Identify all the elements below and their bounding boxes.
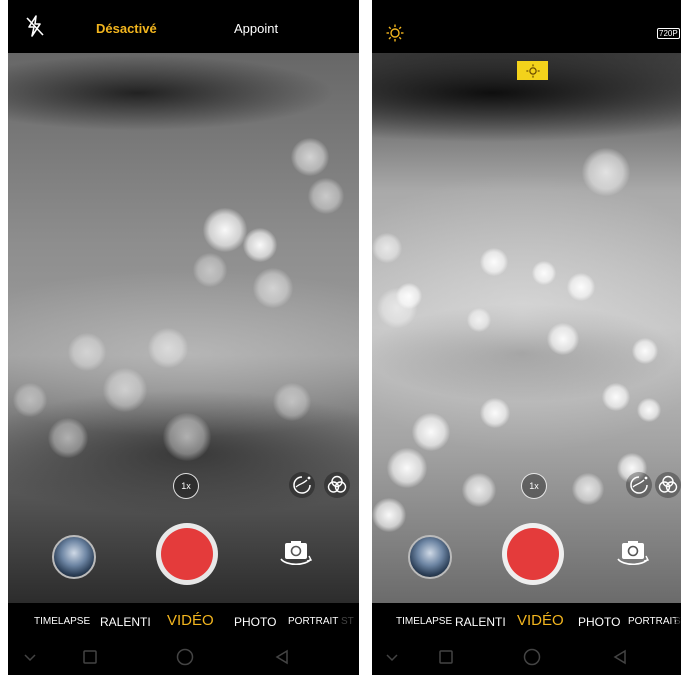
gallery-thumbnail[interactable] xyxy=(52,535,96,579)
flash-status[interactable]: Désactivé xyxy=(96,21,157,36)
record-button-inner xyxy=(507,528,559,580)
chevron-down-icon[interactable] xyxy=(384,649,400,665)
mode-slowmo[interactable]: RALENTI xyxy=(455,615,506,629)
mode-timelapse[interactable]: TIMELAPSE xyxy=(34,616,90,627)
zoom-button[interactable]: 1x xyxy=(173,473,199,499)
flash-off-icon[interactable] xyxy=(25,15,45,40)
chevron-down-icon[interactable] xyxy=(22,649,38,665)
filters-icon[interactable] xyxy=(324,472,350,498)
top-bar: Désactivé Appoint xyxy=(8,0,359,53)
mode-slowmo[interactable]: RALENTI xyxy=(100,615,151,629)
viewfinder[interactable]: 1x xyxy=(372,53,681,603)
mode-bar: TIMELAPSE RALENTI VIDÉO PHOTO PORTRAIT S… xyxy=(372,603,681,639)
recent-apps-icon[interactable] xyxy=(438,649,454,665)
mode-more[interactable]: ST xyxy=(674,616,681,627)
mode-portrait[interactable]: PORTRAIT xyxy=(628,616,678,627)
switch-camera-icon[interactable] xyxy=(615,539,651,569)
back-icon[interactable] xyxy=(274,649,290,665)
mode-bar: TIMELAPSE RALENTI VIDÉO PHOTO PORTRAIT S… xyxy=(8,603,359,639)
beauty-icon[interactable] xyxy=(626,472,652,498)
viewfinder[interactable]: 1x xyxy=(8,53,359,603)
camera-screen-left: Désactivé Appoint 1x TIMELAPSE RALENTI V… xyxy=(8,0,359,675)
beauty-icon[interactable] xyxy=(289,472,315,498)
nav-bar xyxy=(372,639,681,675)
mode-timelapse[interactable]: TIMELAPSE xyxy=(396,616,452,627)
resolution-badge[interactable]: 720P xyxy=(657,28,680,39)
record-button[interactable] xyxy=(156,523,218,585)
back-icon[interactable] xyxy=(612,649,628,665)
home-icon[interactable] xyxy=(176,648,194,666)
camera-screen-right: 720P 1x TIMELAPSE RALENTI VIDÉO PHOTO PO… xyxy=(372,0,681,675)
gallery-thumbnail[interactable] xyxy=(408,535,452,579)
recent-apps-icon[interactable] xyxy=(82,649,98,665)
brightness-icon[interactable] xyxy=(386,24,404,45)
filters-icon[interactable] xyxy=(655,472,681,498)
home-icon[interactable] xyxy=(523,648,541,666)
fill-light-label[interactable]: Appoint xyxy=(234,21,278,36)
record-button-inner xyxy=(161,528,213,580)
mode-photo[interactable]: PHOTO xyxy=(578,615,620,629)
brightness-slider-indicator[interactable] xyxy=(517,61,548,80)
top-bar: 720P xyxy=(372,0,681,53)
mode-more[interactable]: ST xyxy=(341,616,354,627)
mode-portrait[interactable]: PORTRAIT xyxy=(288,616,338,627)
zoom-button[interactable]: 1x xyxy=(521,473,547,499)
record-button[interactable] xyxy=(502,523,564,585)
mode-video[interactable]: VIDÉO xyxy=(167,612,214,629)
nav-bar xyxy=(8,639,359,675)
mode-photo[interactable]: PHOTO xyxy=(234,615,276,629)
switch-camera-icon[interactable] xyxy=(278,539,314,569)
mode-video[interactable]: VIDÉO xyxy=(517,612,564,629)
